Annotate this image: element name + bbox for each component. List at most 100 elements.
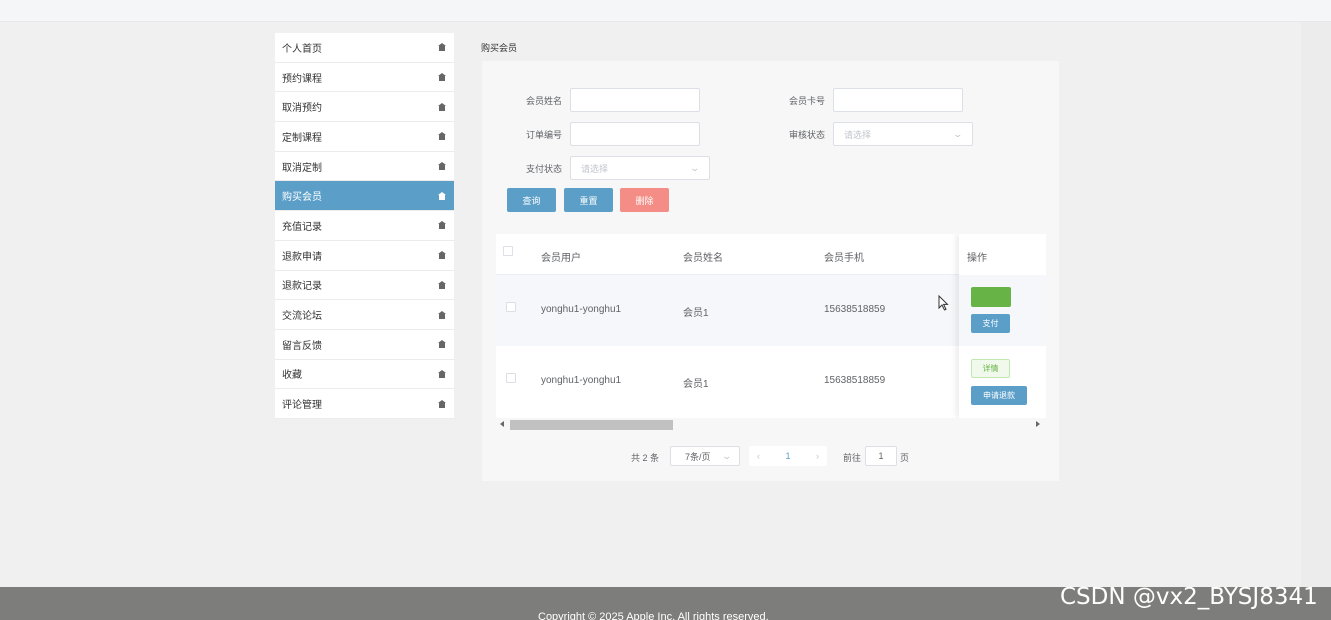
horizontal-scrollbar[interactable]: [496, 418, 1046, 432]
order-no-row: 订单编号: [520, 122, 700, 146]
order-no-input[interactable]: [570, 122, 700, 146]
home-icon: [438, 340, 446, 349]
sidebar-item-forum[interactable]: 交流论坛: [275, 300, 454, 330]
page-size-value: 7条/页: [685, 451, 711, 462]
sidebar-item-label: 留言反馈: [282, 340, 322, 352]
row-checkbox[interactable]: [506, 373, 516, 383]
chevron-down-icon: ⌄: [952, 128, 964, 139]
sidebar-item-label: 收藏: [282, 370, 302, 382]
pay-status-select[interactable]: 请选择 ⌄: [570, 156, 710, 180]
home-icon: [438, 43, 446, 52]
operation-header-cell: 操作: [959, 234, 1046, 275]
sidebar-item-label: 定制课程: [282, 132, 322, 144]
sidebar-item-label: 个人首页: [282, 43, 322, 55]
member-name-label: 会员姓名: [525, 95, 562, 106]
scrollbar-thumb[interactable]: [510, 420, 673, 430]
top-bar: [0, 0, 1331, 22]
audit-status-label: 审核状态: [788, 129, 825, 140]
sidebar-item-label: 交流论坛: [282, 311, 322, 323]
column-header-user: 会员用户: [541, 253, 581, 264]
apply-refund-button[interactable]: 申请退款: [971, 386, 1027, 405]
copyright-text: Copyright © 2025 Apple Inc. All rights r…: [538, 611, 769, 620]
details-button[interactable]: 详情: [971, 359, 1010, 378]
home-icon: [438, 132, 446, 141]
select-all-checkbox[interactable]: [503, 246, 513, 256]
mouse-cursor-icon: [938, 295, 949, 311]
goto-label: 前往: [843, 453, 862, 463]
cell-phone: 15638518859: [824, 304, 886, 315]
cell-name: 会员1: [683, 308, 709, 319]
sidebar-item-label: 取消定制: [282, 162, 322, 174]
home-icon: [438, 221, 446, 230]
cell-user: yonghu1-yonghu1: [541, 375, 622, 386]
sidebar-item-feedback[interactable]: 留言反馈: [275, 330, 454, 360]
card-no-input[interactable]: [833, 88, 963, 112]
card-no-label: 会员卡号: [788, 95, 825, 106]
sidebar-item-label: 退款记录: [282, 281, 322, 293]
home-icon: [438, 73, 446, 82]
operation-cell: 支付: [959, 275, 1046, 346]
cell-name: 会员1: [683, 379, 709, 390]
row-checkbox[interactable]: [506, 302, 516, 312]
sidebar-item-buy-membership[interactable]: 购买会员: [275, 181, 454, 212]
home-icon: [438, 162, 446, 171]
home-icon: [438, 280, 446, 289]
page-unit-label: 页: [900, 453, 910, 463]
sidebar-item-cancel-booking[interactable]: 取消预约: [275, 92, 454, 123]
member-name-input[interactable]: [570, 88, 700, 112]
sidebar-item-label: 退款申请: [282, 251, 322, 263]
audit-status-placeholder: 请选择: [844, 129, 872, 140]
card-no-row: 会员卡号: [783, 88, 963, 112]
success-button[interactable]: [971, 287, 1011, 307]
reset-button[interactable]: 重置: [564, 188, 613, 212]
next-page-icon[interactable]: ›: [816, 451, 819, 461]
sidebar-item-book-course[interactable]: 预约课程: [275, 63, 454, 93]
column-header-name: 会员姓名: [683, 253, 723, 264]
query-button[interactable]: 查询: [507, 188, 556, 212]
sidebar-item-label: 预约课程: [282, 73, 322, 85]
audit-status-row: 审核状态 请选择 ⌄: [783, 122, 973, 146]
order-no-label: 订单编号: [525, 129, 562, 140]
operation-cell: 详情 申请退款: [959, 346, 1046, 418]
member-table: 会员用户 会员姓名 会员手机 yonghu1-yonghu1 会员1 15638…: [496, 234, 1046, 418]
delete-button[interactable]: 删除: [620, 188, 669, 212]
home-icon: [438, 310, 446, 319]
sidebar-item-refund-records[interactable]: 退款记录: [275, 271, 454, 301]
pay-status-label: 支付状态: [525, 163, 562, 174]
column-header-phone: 会员手机: [824, 253, 864, 264]
operation-column: 操作 支付 详情 申请退款: [959, 234, 1046, 418]
breadcrumb: 购买会员: [481, 43, 518, 53]
sidebar-item-label: 购买会员: [282, 192, 322, 204]
home-icon: [438, 369, 446, 378]
sidebar-item-label: 评论管理: [282, 400, 322, 412]
sidebar-item-cancel-custom[interactable]: 取消定制: [275, 152, 454, 182]
sidebar-item-comments[interactable]: 评论管理: [275, 389, 454, 419]
sidebar: 个人首页 预约课程 取消预约 定制课程 取消定制 购买会员 充值记录 退款申请 …: [275, 33, 454, 419]
page-size-select[interactable]: 7条/页 ⌄: [670, 446, 740, 466]
sidebar-item-favorites[interactable]: 收藏: [275, 360, 454, 390]
chevron-down-icon: ⌄: [689, 162, 701, 173]
chevron-down-icon: ⌄: [721, 450, 733, 461]
pagination-total: 共 2 条: [631, 453, 660, 463]
pager: ‹ 1 ›: [749, 446, 827, 466]
prev-page-icon[interactable]: ‹: [757, 451, 760, 461]
sidebar-item-home[interactable]: 个人首页: [275, 33, 454, 63]
sidebar-item-label: 取消预约: [282, 103, 322, 115]
current-page[interactable]: 1: [785, 451, 790, 461]
pay-status-placeholder: 请选择: [581, 163, 609, 174]
column-header-operation: 操作: [967, 253, 987, 264]
right-scroll-area: [1301, 22, 1331, 587]
goto-page-input[interactable]: 1: [865, 446, 897, 466]
home-icon: [438, 251, 446, 260]
home-icon: [438, 191, 446, 200]
audit-status-select[interactable]: 请选择 ⌄: [833, 122, 973, 146]
sidebar-item-custom-course[interactable]: 定制课程: [275, 122, 454, 152]
sidebar-item-recharge-records[interactable]: 充值记录: [275, 211, 454, 241]
watermark-text: CSDN @vx2_BYSJ8341: [1060, 584, 1318, 610]
home-icon: [438, 399, 446, 408]
pay-button[interactable]: 支付: [971, 314, 1010, 333]
scroll-left-icon[interactable]: [500, 421, 504, 427]
home-icon: [438, 102, 446, 111]
sidebar-item-refund-request[interactable]: 退款申请: [275, 241, 454, 271]
scroll-right-icon[interactable]: [1036, 421, 1040, 427]
